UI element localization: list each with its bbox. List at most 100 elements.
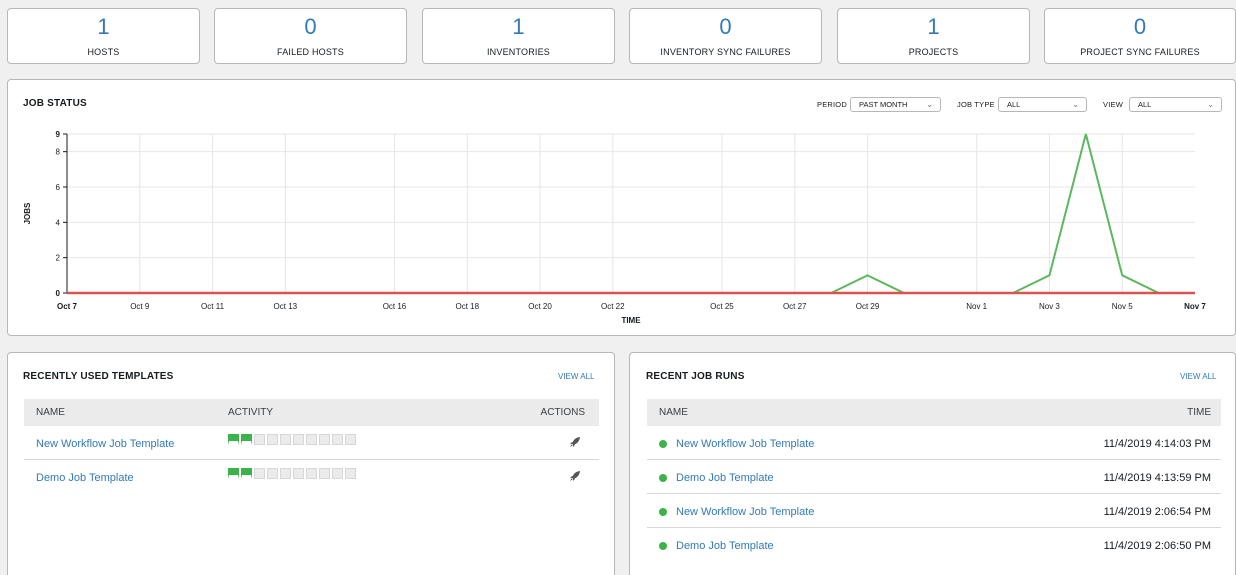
period-select[interactable]: PAST MONTH ⌄ [850,97,941,112]
job-runs-table-header: NAME TIME [647,399,1221,426]
stat-value: 0 [719,14,732,39]
stat-value: 1 [97,14,110,39]
y-tick-label: 6 [56,183,61,192]
period-label: PERIOD [817,100,847,109]
job-type-label: JOB TYPE [957,100,995,109]
period-value: PAST MONTH [859,100,908,109]
stat-inventory-sync-failures[interactable]: 0 INVENTORY SYNC FAILURES [629,8,822,64]
stat-label: INVENTORIES [486,47,551,57]
template-link[interactable]: Demo Job Template [36,472,134,484]
activity-empty [319,468,330,479]
activity-empty [280,434,291,445]
job-type-select[interactable]: ALL ⌄ [998,97,1087,112]
job-runs-title: RECENT JOB RUNS [646,371,745,382]
stat-hosts[interactable]: 1 HOSTS [7,8,200,64]
activity-success[interactable] [241,434,252,445]
stat-label: FAILED HOSTS [277,47,344,57]
column-activity: ACTIVITY [228,407,274,418]
column-actions: ACTIONS [540,407,585,418]
job-link[interactable]: Demo Job Template [676,472,774,484]
x-tick-label: Oct 16 [383,302,407,311]
x-tick-label: Oct 9 [130,302,150,311]
stat-label: HOSTS [87,47,120,57]
activity-empty [254,468,265,479]
activity-empty [345,434,356,445]
chevron-down-icon: ⌄ [1072,100,1079,109]
job-time: 11/4/2019 2:06:54 PM [1103,506,1211,518]
activity-empty [267,434,278,445]
stat-failed-hosts[interactable]: 0 FAILED HOSTS [214,8,407,64]
stat-value: 1 [512,14,525,39]
series-line-0 [67,133,1195,294]
stat-projects[interactable]: 1 PROJECTS [837,8,1030,64]
rocket-launch-icon[interactable] [569,470,581,482]
column-time: TIME [1187,407,1211,418]
activity-empty [293,468,304,479]
activity-empty [293,434,304,445]
activity-empty [280,468,291,479]
activity-success[interactable] [241,468,252,479]
x-tick-label: Nov 5 [1112,302,1133,311]
status-success-icon [659,508,667,516]
column-name[interactable]: NAME [36,407,65,418]
activity-empty [345,468,356,479]
job-status-title: JOB STATUS [23,98,87,109]
y-tick-label: 8 [56,148,61,157]
x-tick-label: Nov 1 [966,302,987,311]
activity-empty [254,434,265,445]
y-tick-label: 4 [56,218,61,227]
y-tick-label: 2 [56,254,61,263]
job-status-chart: Oct 7 Oct 9 Oct 11 Oct 13 Oct 16 Oct 18 Oct 20… [23,130,1206,325]
x-tick-label: Oct 11 [201,302,225,311]
x-tick-label: Nov 7 [1184,302,1206,311]
y-axis-label: JOBS [23,202,32,224]
chevron-down-icon: ⌄ [1207,100,1214,109]
stat-inventories[interactable]: 1 INVENTORIES [422,8,615,64]
activity-empty [306,468,317,479]
job-link[interactable]: Demo Job Template [676,540,774,552]
activity-success[interactable] [228,468,239,479]
stat-value: 1 [927,14,940,39]
x-tick-label: Oct 20 [528,302,552,311]
activity-empty [267,468,278,479]
templates-view-all-link[interactable]: VIEW ALL [558,372,594,381]
stat-project-sync-failures[interactable]: 0 PROJECT SYNC FAILURES [1044,8,1236,64]
job-time: 11/4/2019 4:13:59 PM [1103,472,1211,484]
stat-label: INVENTORY SYNC FAILURES [660,47,791,57]
table-row: New Workflow Job Template [24,426,599,460]
y-tick-label: 0 [56,289,61,298]
x-tick-label: Oct 29 [856,302,880,311]
status-success-icon [659,440,667,448]
stat-label: PROJECT SYNC FAILURES [1080,47,1200,57]
status-success-icon [659,474,667,482]
x-axis-label: TIME [621,316,641,325]
y-tick-label: 9 [56,130,61,139]
job-status-panel: JOB STATUS PERIOD PAST MONTH ⌄ JOB TYPE … [7,79,1236,336]
recent-templates-panel: RECENTLY USED TEMPLATES VIEW ALL NAME AC… [7,352,615,575]
job-link[interactable]: New Workflow Job Template [676,506,814,518]
stat-value: 0 [1133,14,1147,39]
x-tick-label: Oct 25 [710,302,734,311]
x-tick-label: Oct 13 [274,302,298,311]
job-runs-view-all-link[interactable]: VIEW ALL [1180,372,1216,381]
job-time: 11/4/2019 4:14:03 PM [1103,438,1211,450]
x-tick-label: Oct 27 [783,302,807,311]
activity-empty [332,434,343,445]
recent-job-runs-panel: RECENT JOB RUNS VIEW ALL NAME TIME New W… [629,352,1236,575]
table-row: New Workflow Job Template 11/4/2019 2:06… [647,494,1221,528]
activity-empty [306,434,317,445]
x-tick-label: Oct 7 [57,302,78,311]
column-name: NAME [659,407,688,418]
chevron-down-icon: ⌄ [926,100,933,109]
stat-label: PROJECTS [908,47,959,57]
view-value: ALL [1138,100,1152,109]
rocket-launch-icon[interactable] [569,436,581,448]
templates-table-header: NAME ACTIVITY ACTIONS [24,399,599,426]
job-time: 11/4/2019 2:06:50 PM [1103,540,1211,552]
template-link[interactable]: New Workflow Job Template [36,438,174,450]
view-select[interactable]: ALL ⌄ [1129,97,1222,112]
job-link[interactable]: New Workflow Job Template [676,438,814,450]
status-success-icon [659,542,667,550]
activity-empty [319,434,330,445]
activity-success[interactable] [228,434,239,445]
